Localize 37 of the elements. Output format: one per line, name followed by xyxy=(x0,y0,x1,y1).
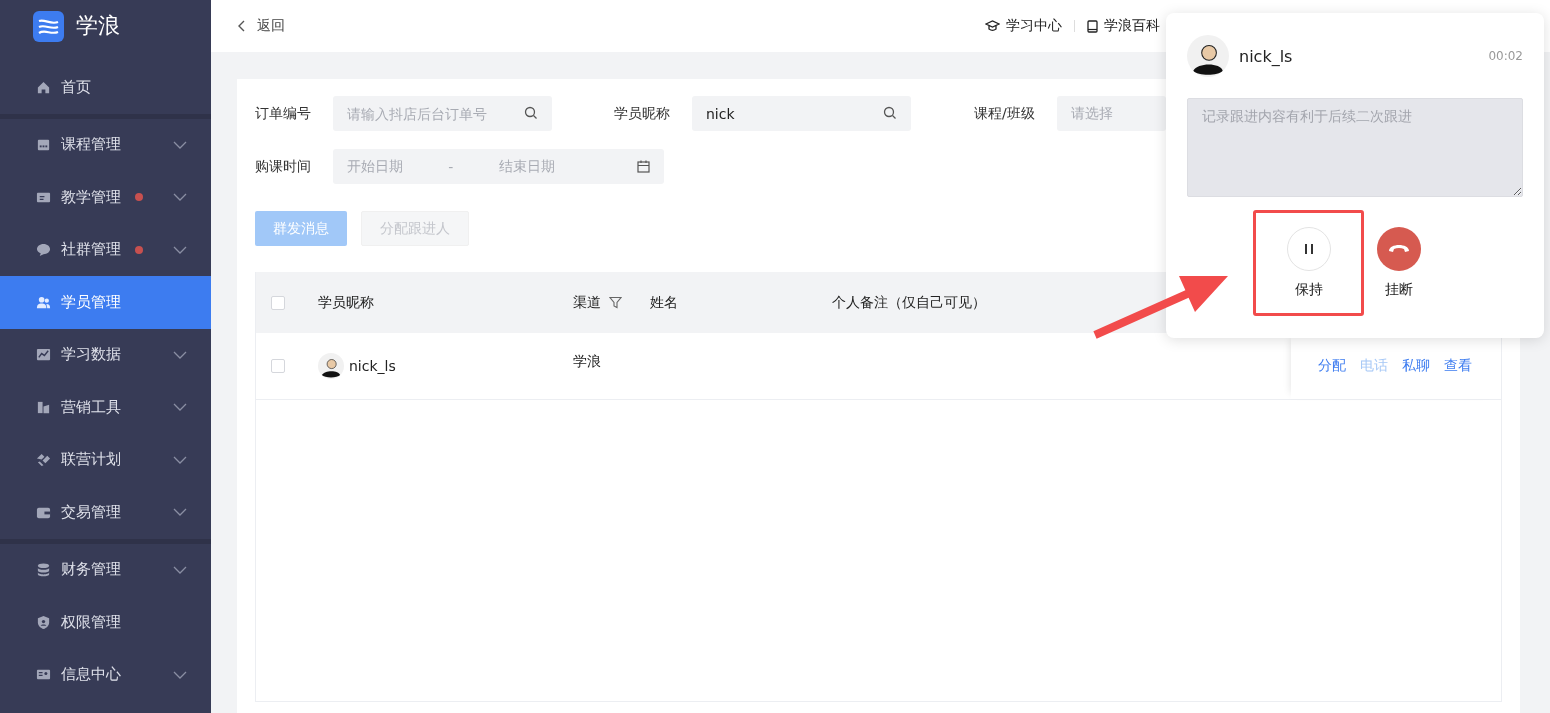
filter-label: 课程/班级 xyxy=(974,104,1036,123)
logo-text: 学浪 xyxy=(76,12,120,40)
call-timer: 00:02 xyxy=(1488,49,1523,63)
search-field[interactable]: nick xyxy=(692,96,911,131)
sidebar-item[interactable]: 财务管理 xyxy=(0,543,211,596)
table-cell: nick_ls xyxy=(349,358,396,374)
sidebar-item[interactable]: 学员管理 xyxy=(0,276,211,329)
column-header: 个人备注（仅自己可见） xyxy=(832,293,986,312)
filter-label: 订单编号 xyxy=(255,104,312,123)
caller-name: nick_ls xyxy=(1239,46,1293,66)
row-action-link[interactable]: 私聊 xyxy=(1402,357,1430,375)
end-date: 结束日期 xyxy=(498,157,555,176)
range-separator: - xyxy=(448,158,454,175)
search-field[interactable]: 请输入抖店后台订单号 xyxy=(333,96,552,131)
sidebar-item[interactable]: 社群管理 xyxy=(0,223,211,276)
column-header: 学员昵称 xyxy=(318,293,374,312)
sidebar-item[interactable]: 营销工具 xyxy=(0,381,211,434)
column-header: 姓名 xyxy=(650,293,678,312)
sidebar-item[interactable]: 联营计划 xyxy=(0,433,211,486)
back-link[interactable]: 返回 xyxy=(237,17,285,35)
filter-label: 购课时间 xyxy=(255,157,312,176)
sidebar-item[interactable]: 课程管理 xyxy=(0,118,211,171)
column-header: 渠道 xyxy=(573,293,601,312)
header-link[interactable]: 学浪百科 xyxy=(1087,17,1160,35)
table-cell-text: 学浪 xyxy=(573,353,602,371)
sidebar-item[interactable]: 信息中心 xyxy=(0,648,211,701)
sidebar-item[interactable]: 教学管理 xyxy=(0,171,211,224)
hold-button[interactable]: 保持 xyxy=(1253,210,1364,316)
sidebar-item[interactable]: 首页 xyxy=(0,61,211,114)
header-link[interactable]: 学习中心 xyxy=(985,17,1062,35)
sidebar-item[interactable]: 权限管理 xyxy=(0,596,211,649)
start-date: 开始日期 xyxy=(347,157,403,176)
row-action-link[interactable]: 分配 xyxy=(1318,357,1346,375)
sidebar-item[interactable]: 交易管理 xyxy=(0,486,211,539)
filter-label: 学员昵称 xyxy=(614,104,671,123)
sidebar-item[interactable]: 学习数据 xyxy=(0,328,211,381)
row-action-link[interactable]: 查看 xyxy=(1444,357,1472,375)
